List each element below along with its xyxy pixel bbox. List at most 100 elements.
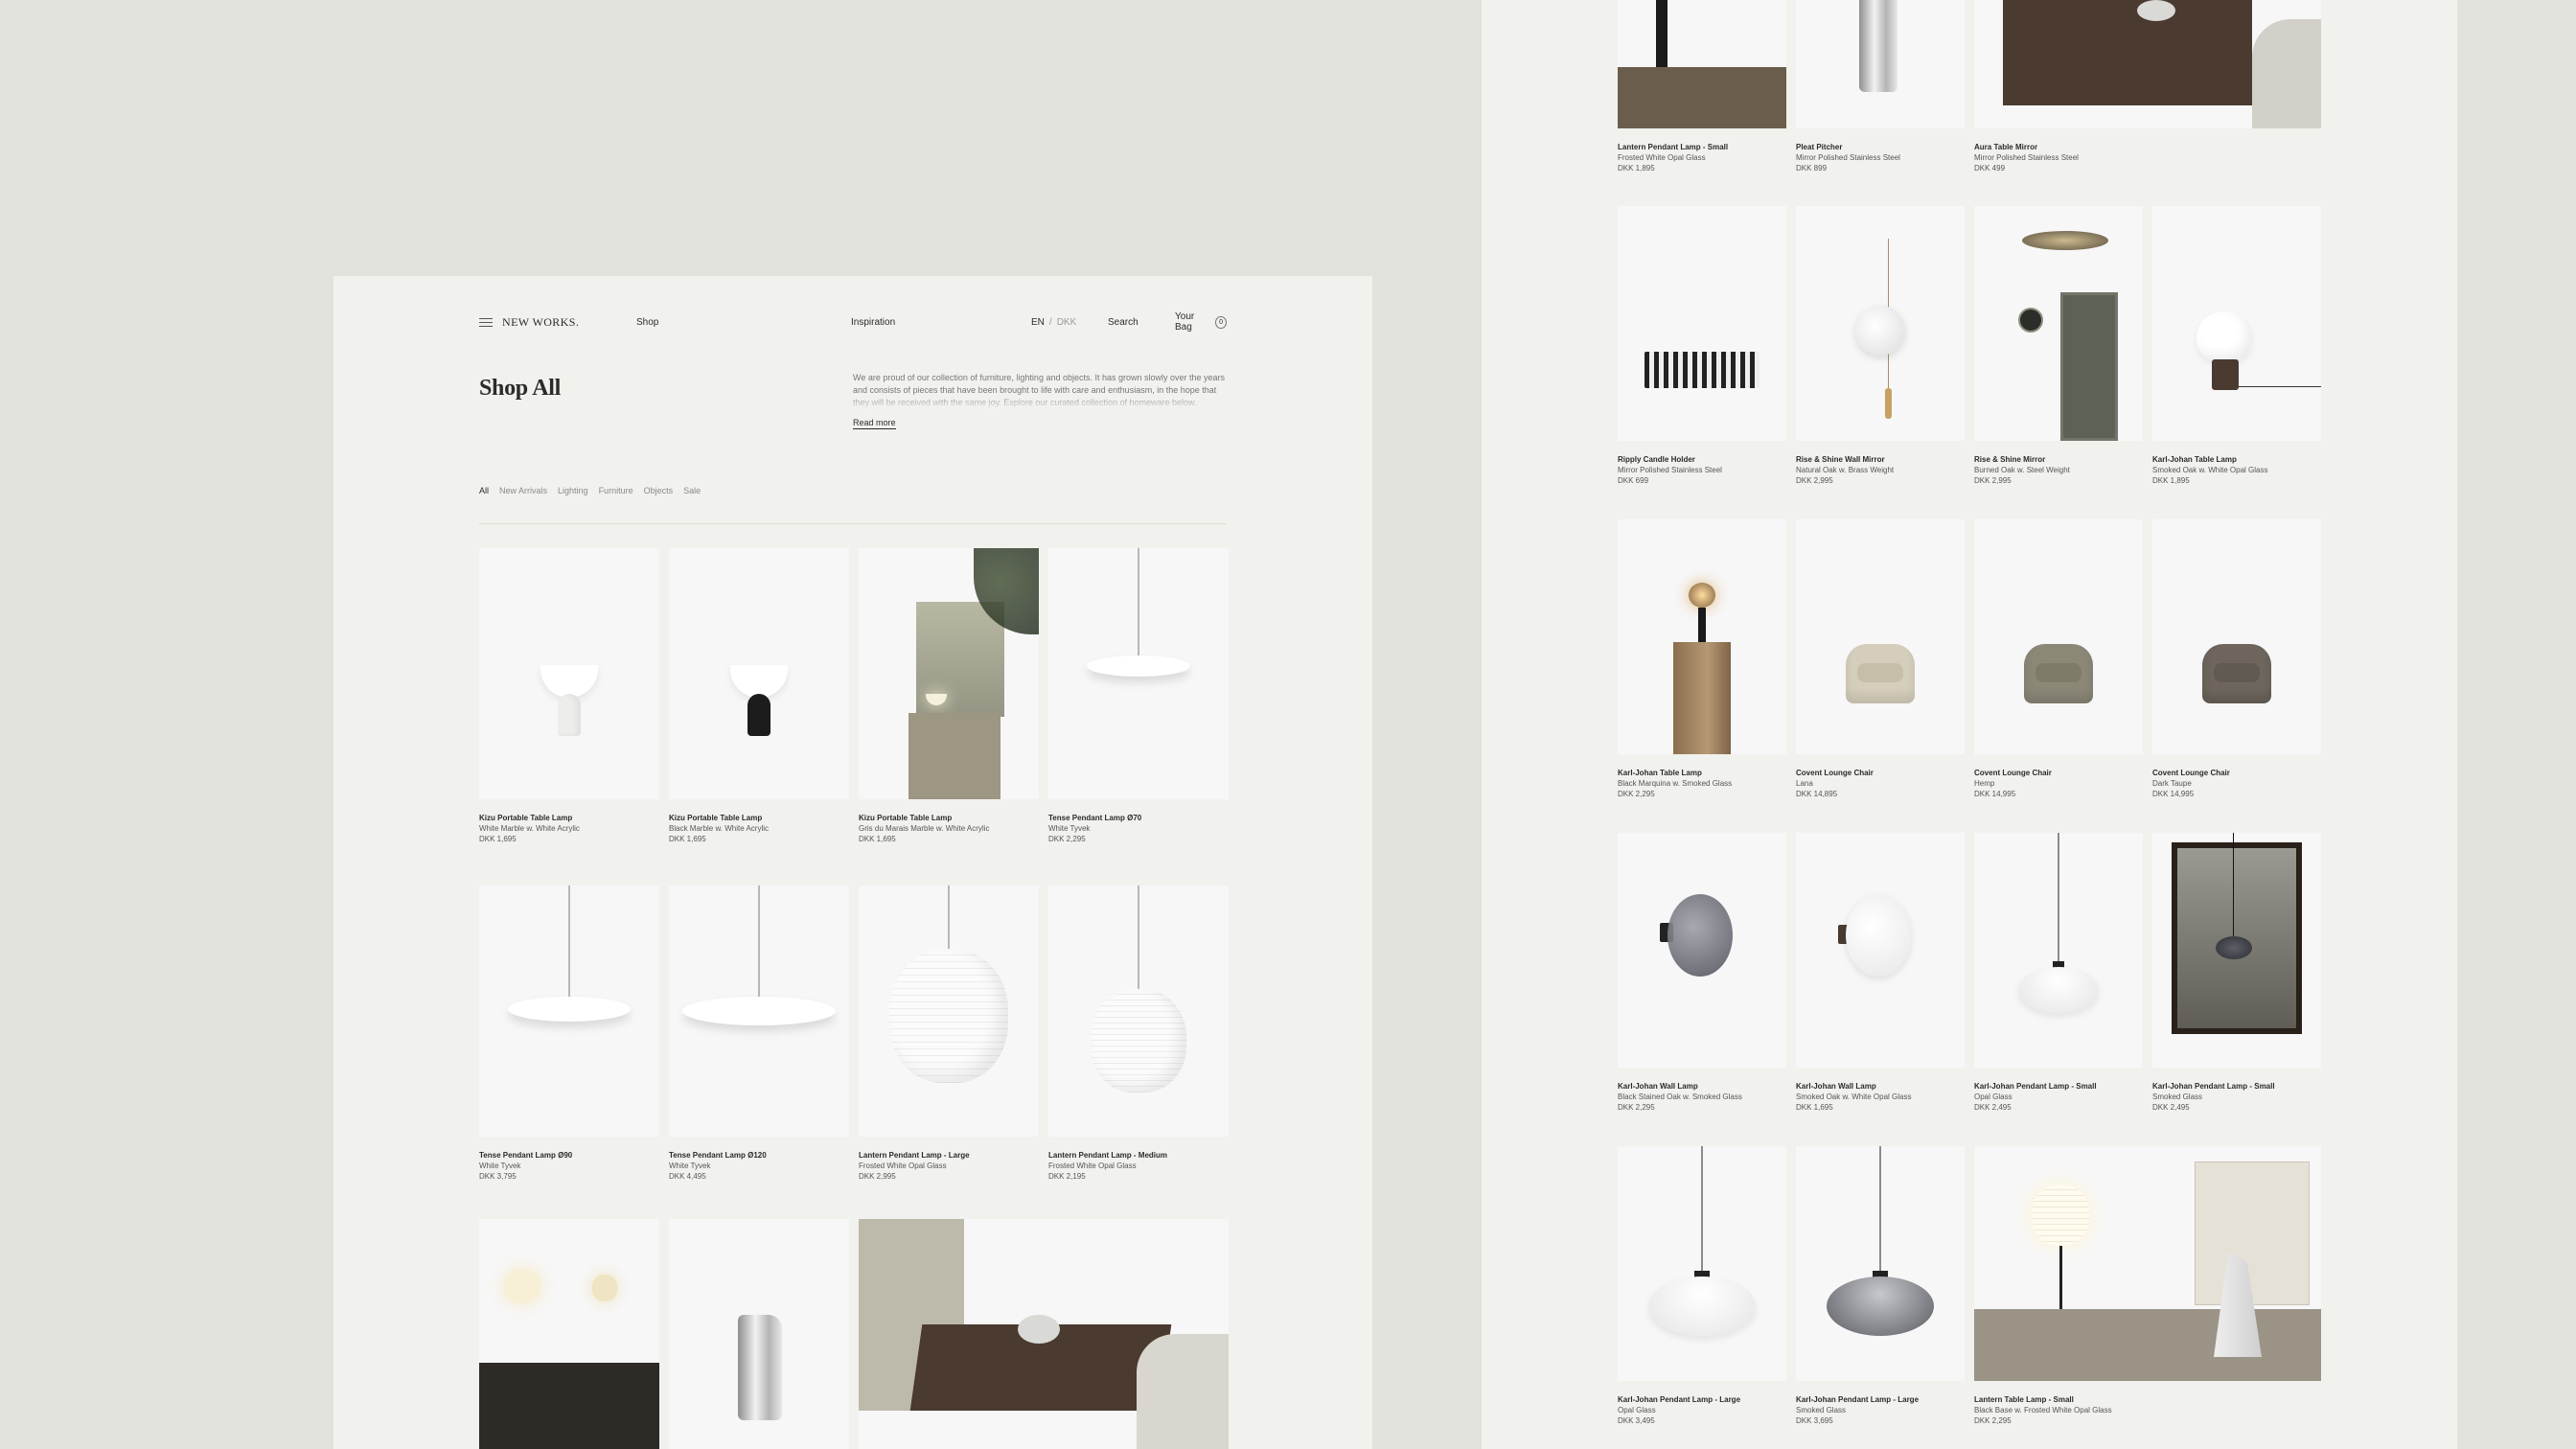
product-image-lantern-table-lamp-lifestyle[interactable] — [1974, 1146, 2321, 1381]
product-image-kizu-lamp-lifestyle[interactable] — [859, 548, 1039, 799]
logo-text[interactable]: NEW WORKS. — [502, 315, 579, 330]
currency-dkk[interactable]: DKK — [1057, 317, 1077, 328]
product-image-karl-johan-pendant-small-opal[interactable] — [1974, 833, 2143, 1068]
product-name[interactable]: Lantern Pendant Lamp - Large — [859, 1151, 1039, 1160]
product-name[interactable]: Karl-Johan Pendant Lamp - Small — [1974, 1082, 2143, 1091]
product-card[interactable]: Karl-Johan Table Lamp Black Marquina w. … — [1618, 519, 1786, 798]
product-card[interactable] — [669, 1219, 849, 1449]
product-image-karl-johan-pendant-small-lifestyle[interactable] — [2152, 833, 2321, 1068]
product-name[interactable]: Karl-Johan Pendant Lamp - Large — [1618, 1395, 1786, 1404]
product-image-aura-mirror[interactable] — [1974, 0, 2321, 128]
product-image-pleat-pitcher[interactable] — [669, 1219, 849, 1449]
product-image-tense-pendant-90[interactable] — [479, 886, 659, 1137]
product-name[interactable]: Karl-Johan Wall Lamp — [1618, 1082, 1786, 1091]
product-name[interactable]: Tense Pendant Lamp Ø90 — [479, 1151, 659, 1160]
filter-furniture[interactable]: Furniture — [599, 486, 633, 495]
filter-new-arrivals[interactable]: New Arrivals — [499, 486, 547, 495]
filter-objects[interactable]: Objects — [644, 486, 674, 495]
product-image-lantern-small[interactable] — [1618, 0, 1786, 128]
product-card[interactable]: Rise & Shine Mirror Burned Oak w. Steel … — [1974, 206, 2143, 485]
product-card[interactable]: Lantern Pendant Lamp - Small Frosted Whi… — [1618, 0, 1786, 172]
logo[interactable]: NEW WORKS. — [479, 315, 579, 330]
product-card[interactable]: Karl-Johan Table Lamp Smoked Oak w. Whit… — [2152, 206, 2321, 485]
product-image-lantern-medium[interactable] — [1048, 886, 1229, 1137]
product-name[interactable]: Karl-Johan Wall Lamp — [1796, 1082, 1965, 1091]
product-card[interactable]: Pleat Pitcher Mirror Polished Stainless … — [1796, 0, 1965, 172]
product-image-lantern-small-lifestyle[interactable] — [479, 1219, 659, 1449]
product-name[interactable]: Aura Table Mirror — [1974, 143, 2321, 151]
product-card[interactable]: Aura Table Mirror Mirror Polished Stainl… — [1974, 0, 2321, 172]
product-name[interactable]: Pleat Pitcher — [1796, 143, 1965, 151]
product-name[interactable]: Lantern Pendant Lamp - Small — [1618, 143, 1786, 151]
filter-all[interactable]: All — [479, 486, 489, 495]
product-name[interactable]: Karl-Johan Table Lamp — [2152, 455, 2321, 464]
product-card[interactable]: Tense Pendant Lamp Ø70 White Tyvek DKK 2… — [1048, 548, 1229, 843]
product-card[interactable] — [859, 1219, 1229, 1449]
product-name[interactable]: Karl-Johan Pendant Lamp - Small — [2152, 1082, 2321, 1091]
product-name[interactable]: Kizu Portable Table Lamp — [479, 814, 659, 822]
read-more-link[interactable]: Read more — [853, 418, 896, 429]
product-image-rise-shine-wall-mirror[interactable] — [1796, 206, 1965, 441]
language-currency-switch[interactable]: EN / DKK — [1031, 317, 1076, 328]
product-card[interactable]: Karl-Johan Pendant Lamp - Small Smoked G… — [2152, 833, 2321, 1112]
product-image-karl-johan-pendant-large-smoked[interactable] — [1796, 1146, 1965, 1381]
product-name[interactable]: Lantern Table Lamp - Small — [1974, 1395, 2321, 1404]
product-name[interactable]: Covent Lounge Chair — [2152, 769, 2321, 777]
product-card[interactable]: Kizu Portable Table Lamp Black Marble w.… — [669, 548, 849, 843]
product-image-white-kizu-lamp[interactable] — [479, 548, 659, 799]
product-image-aura-mirror-lifestyle[interactable] — [859, 1219, 1229, 1449]
product-name[interactable]: Karl-Johan Pendant Lamp - Large — [1796, 1395, 1965, 1404]
product-name[interactable]: Covent Lounge Chair — [1796, 769, 1965, 777]
product-card[interactable]: Karl-Johan Wall Lamp Black Stained Oak w… — [1618, 833, 1786, 1112]
product-card[interactable]: Rise & Shine Wall Mirror Natural Oak w. … — [1796, 206, 1965, 485]
product-image-rise-shine-mirror-lifestyle[interactable] — [1974, 206, 2143, 441]
product-name[interactable]: Kizu Portable Table Lamp — [669, 814, 849, 822]
product-card[interactable]: Karl-Johan Wall Lamp Smoked Oak w. White… — [1796, 833, 1965, 1112]
product-image-lantern-large[interactable] — [859, 886, 1039, 1137]
product-card[interactable]: Lantern Table Lamp - Small Black Base w.… — [1974, 1146, 2321, 1425]
product-image-tense-pendant-70[interactable] — [1048, 548, 1229, 799]
product-card[interactable]: Karl-Johan Pendant Lamp - Large Opal Gla… — [1618, 1146, 1786, 1425]
product-card[interactable]: Tense Pendant Lamp Ø120 White Tyvek DKK … — [669, 886, 849, 1181]
product-card[interactable]: Karl-Johan Pendant Lamp - Small Opal Gla… — [1974, 833, 2143, 1112]
filter-sale[interactable]: Sale — [683, 486, 701, 495]
product-card[interactable]: Karl-Johan Pendant Lamp - Large Smoked G… — [1796, 1146, 1965, 1425]
product-card[interactable]: Tense Pendant Lamp Ø90 White Tyvek DKK 3… — [479, 886, 659, 1181]
product-image-covent-chair-lana[interactable] — [1796, 519, 1965, 754]
product-image-covent-chair-dark-taupe[interactable] — [2152, 519, 2321, 754]
product-card[interactable]: Ripply Candle Holder Mirror Polished Sta… — [1618, 206, 1786, 485]
product-card[interactable]: Lantern Pendant Lamp - Medium Frosted Wh… — [1048, 886, 1229, 1181]
product-name[interactable]: Karl-Johan Table Lamp — [1618, 769, 1786, 777]
product-image-black-kizu-lamp[interactable] — [669, 548, 849, 799]
product-card[interactable]: Covent Lounge Chair Hemp DKK 14,995 — [1974, 519, 2143, 798]
lang-en[interactable]: EN — [1031, 317, 1045, 328]
product-name[interactable]: Ripply Candle Holder — [1618, 455, 1786, 464]
product-card[interactable]: Covent Lounge Chair Dark Taupe DKK 14,99… — [2152, 519, 2321, 798]
product-image-karl-johan-wall-lamp-smoked[interactable] — [1618, 833, 1786, 1068]
product-card[interactable] — [479, 1219, 659, 1449]
search-link[interactable]: Search — [1108, 317, 1138, 328]
product-name[interactable]: Rise & Shine Mirror — [1974, 455, 2143, 464]
product-image-pleat-pitcher[interactable] — [1796, 0, 1965, 128]
product-name[interactable]: Rise & Shine Wall Mirror — [1796, 455, 1965, 464]
product-image-karl-johan-lamp-lifestyle[interactable] — [1618, 519, 1786, 754]
filter-lighting[interactable]: Lighting — [558, 486, 588, 495]
product-image-covent-chair-hemp[interactable] — [1974, 519, 2143, 754]
product-image-karl-johan-pendant-large-opal[interactable] — [1618, 1146, 1786, 1381]
product-card[interactable]: Lantern Pendant Lamp - Large Frosted Whi… — [859, 886, 1039, 1181]
nav-inspiration-link[interactable]: Inspiration — [851, 317, 895, 328]
product-image-karl-johan-wall-lamp-opal[interactable] — [1796, 833, 1965, 1068]
product-name[interactable]: Lantern Pendant Lamp - Medium — [1048, 1151, 1229, 1160]
product-name[interactable]: Tense Pendant Lamp Ø120 — [669, 1151, 849, 1160]
bag-link[interactable]: Your Bag 0 — [1175, 311, 1227, 333]
product-card[interactable]: Kizu Portable Table Lamp Gris du Marais … — [859, 548, 1039, 843]
product-image-tense-pendant-120[interactable] — [669, 886, 849, 1137]
product-name[interactable]: Covent Lounge Chair — [1974, 769, 2143, 777]
product-name[interactable]: Tense Pendant Lamp Ø70 — [1048, 814, 1229, 822]
nav-shop-link[interactable]: Shop — [636, 317, 658, 328]
product-name[interactable]: Kizu Portable Table Lamp — [859, 814, 1039, 822]
product-card[interactable]: Kizu Portable Table Lamp White Marble w.… — [479, 548, 659, 843]
product-image-ripply-candle-holder[interactable] — [1618, 206, 1786, 441]
product-card[interactable]: Covent Lounge Chair Lana DKK 14,895 — [1796, 519, 1965, 798]
menu-icon[interactable] — [479, 318, 493, 327]
